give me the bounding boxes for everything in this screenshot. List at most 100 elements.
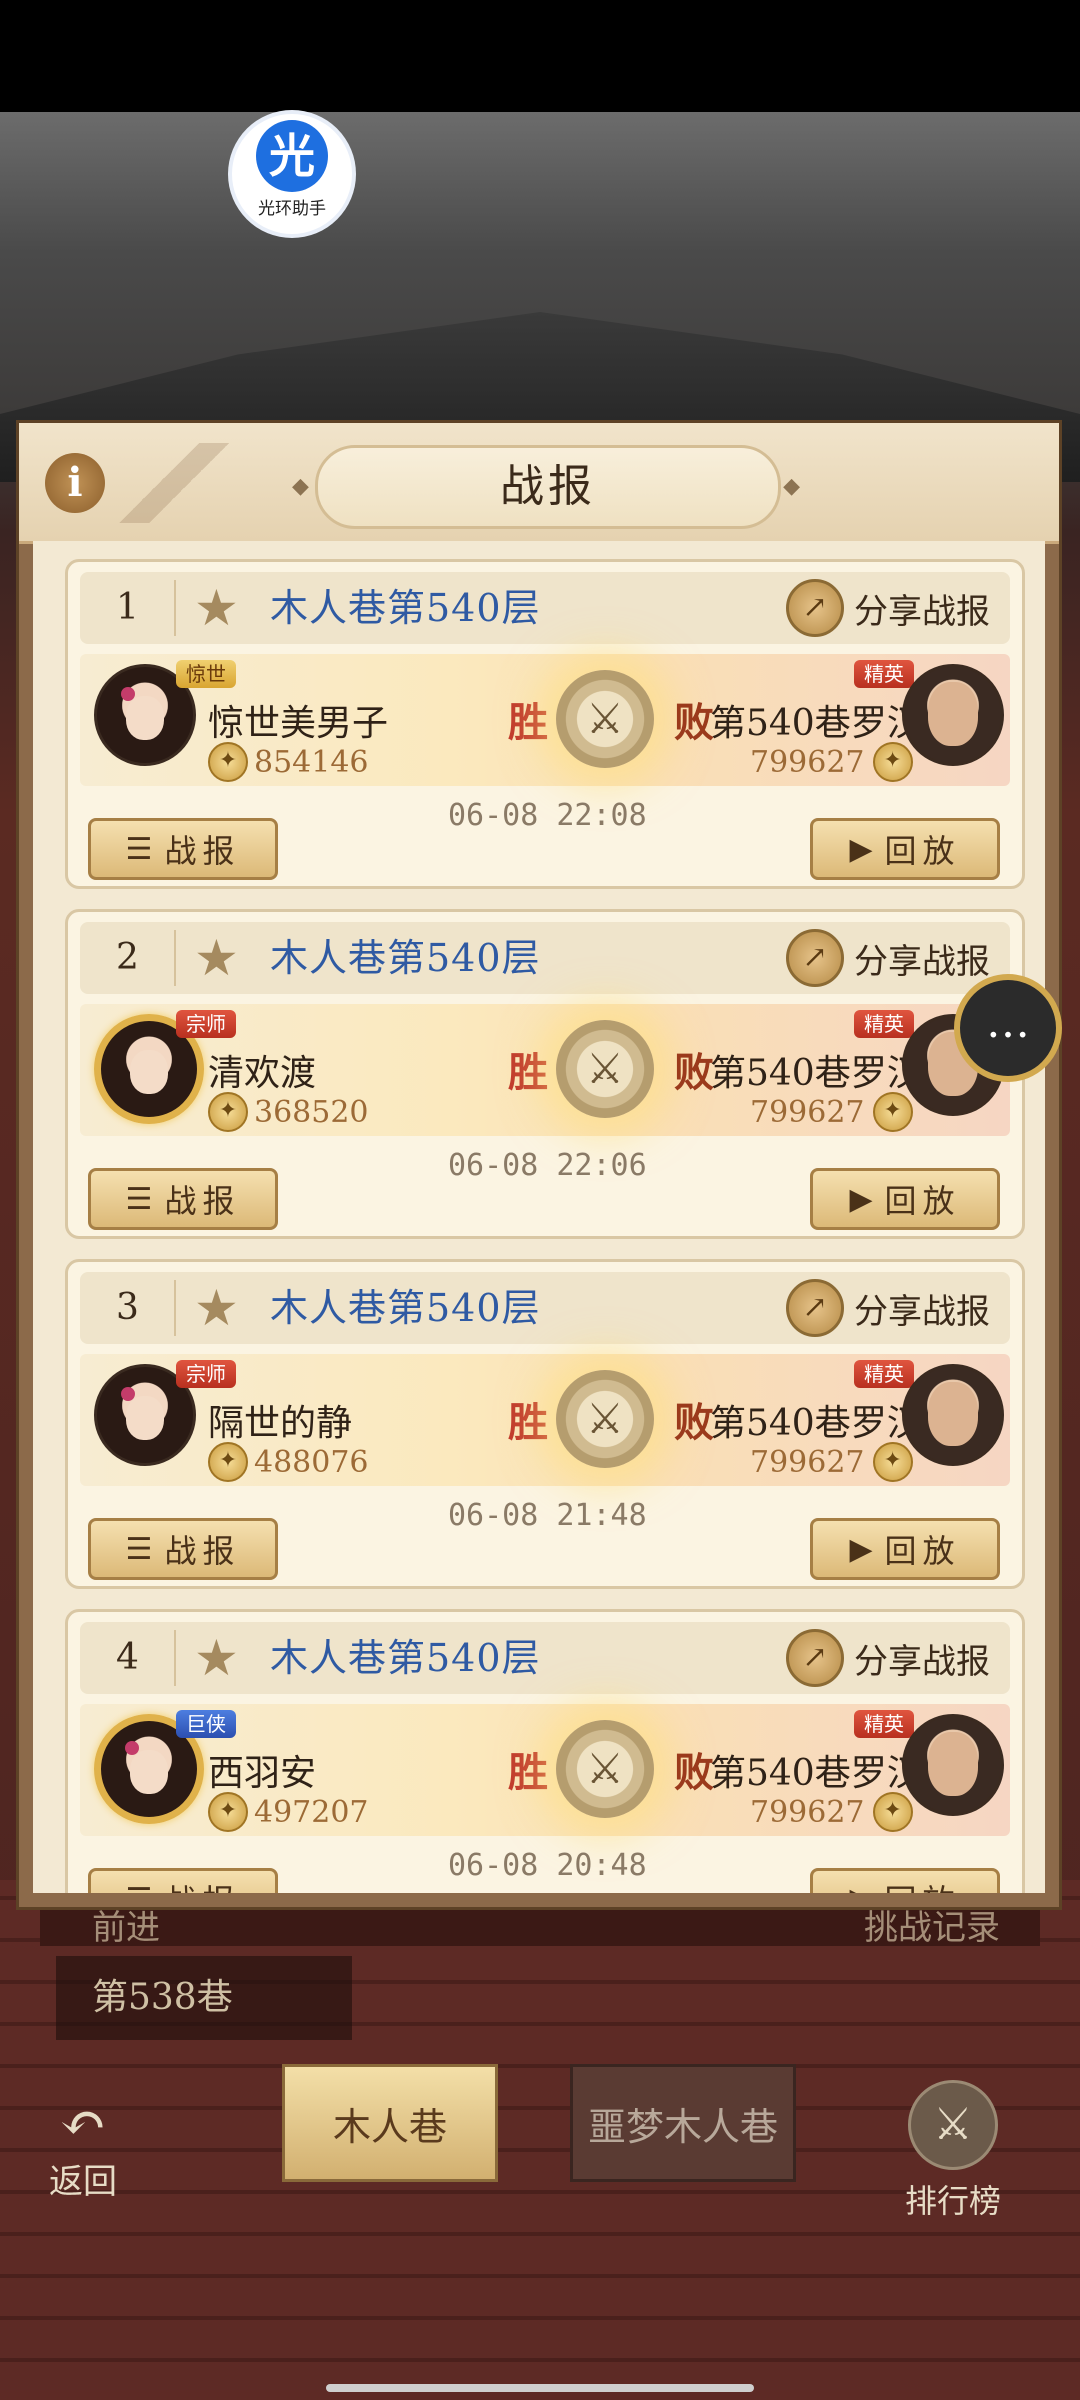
- replay-label: 回放: [884, 1182, 961, 1220]
- report-card: 4 ★ 木人巷第540层 ↗ 分享战报 巨侠 西羽安 ✦ 497207 胜 ⚔: [65, 1609, 1025, 1893]
- floating-helper-button[interactable]: 光 光环助手: [232, 114, 352, 234]
- battle-row: 宗师 清欢渡 ✦ 368520 胜 ⚔ 败 第540巷罗汉 精英 799627 …: [80, 1004, 1010, 1136]
- play-icon: ▶: [849, 831, 873, 867]
- power-coin-icon: ✦: [872, 1442, 913, 1482]
- opponent-power: 799627 ✦: [750, 1792, 913, 1832]
- current-level-label: 第538巷: [56, 1956, 352, 2040]
- hair-flower: [121, 687, 135, 701]
- report-list[interactable]: 1 ★ 木人巷第540层 ↗ 分享战报 惊世 惊世美男子 ✦ 854146 胜 …: [33, 541, 1045, 1893]
- home-indicator[interactable]: [326, 2384, 754, 2392]
- back-arrow-icon: ↶: [59, 2091, 107, 2156]
- battle-report-button[interactable]: ☰ 战报: [88, 818, 278, 880]
- leaderboard-button[interactable]: ⚔ 排行榜: [888, 2080, 1018, 2220]
- crossed-swords-icon: ⚔: [556, 670, 654, 768]
- player-name: 清欢渡: [208, 1053, 317, 1094]
- avatar-face: [129, 1049, 169, 1094]
- power-coin-icon: ✦: [208, 1792, 248, 1832]
- list-icon: ☰: [125, 831, 153, 867]
- power-coin-icon: ✦: [872, 742, 913, 782]
- share-report-button[interactable]: ↗ 分享战报: [786, 579, 990, 637]
- opponent-rank-badge: 精英: [854, 1010, 914, 1038]
- lose-label: 败: [674, 699, 714, 746]
- opponent-power-value: 799627: [750, 1444, 865, 1480]
- battle-row: 宗师 隔世的静 ✦ 488076 胜 ⚔ 败 第540巷罗汉 精英 799627…: [80, 1354, 1010, 1486]
- player-rank-badge: 宗师: [176, 1010, 236, 1038]
- report-card: 2 ★ 木人巷第540层 ↗ 分享战报 宗师 清欢渡 ✦ 368520 胜 ⚔: [65, 909, 1025, 1239]
- star-icon: ★: [194, 579, 239, 637]
- opponent-rank-badge: 精英: [854, 660, 914, 688]
- replay-button[interactable]: ▶ 回放: [810, 818, 1000, 880]
- opponent-avatar[interactable]: [902, 1364, 1004, 1466]
- leaderboard-label: 排行榜: [904, 2182, 1001, 2220]
- opponent-rank-badge: 精英: [854, 1360, 914, 1388]
- power-coin-icon: ✦: [872, 1792, 913, 1832]
- player-rank-badge: 惊世: [176, 660, 236, 688]
- card-index: 1: [116, 587, 139, 628]
- battle-report-dialog: i 战报 1 ★ 木人巷第540层 ↗ 分享战报 惊世 惊世美男子 ✦: [16, 420, 1062, 1910]
- play-icon: ▶: [849, 1531, 873, 1567]
- report-label: 战报: [164, 1876, 240, 1893]
- play-icon: ▶: [849, 1181, 873, 1217]
- list-icon: ☰: [125, 1531, 153, 1567]
- battle-time: 06-08 22:06: [448, 1148, 647, 1183]
- card-index: 3: [116, 1287, 139, 1328]
- replay-button[interactable]: ▶ 回放: [810, 1868, 1000, 1893]
- opponent-rank-badge: 精英: [854, 1710, 914, 1738]
- card-footer: ☰ 战报 06-08 22:06 ▶ 回放: [68, 1138, 1022, 1236]
- play-icon: ▶: [849, 1882, 872, 1894]
- helper-logo-icon: 光: [256, 120, 328, 192]
- share-label: 分享战报: [854, 591, 990, 632]
- opponent-power: 799627 ✦: [750, 742, 913, 782]
- avatar-face: [928, 682, 978, 746]
- player-power: ✦ 497207: [208, 1792, 369, 1832]
- share-label: 分享战报: [854, 1291, 990, 1332]
- opponent-power-value: 799627: [750, 1794, 865, 1830]
- share-report-button[interactable]: ↗ 分享战报: [786, 1279, 990, 1337]
- tab-nightmare-muren-xiang[interactable]: 噩梦木人巷: [570, 2064, 796, 2182]
- power-coin-icon: ✦: [208, 1092, 248, 1132]
- card-header: 2 ★ 木人巷第540层 ↗ 分享战报: [80, 922, 1010, 994]
- crossed-swords-icon: ⚔: [556, 1020, 654, 1118]
- card-footer: ☰ 战报 06-08 20:48 ▶ 回放: [68, 1838, 1022, 1893]
- status-bar: [0, 0, 1080, 112]
- replay-button[interactable]: ▶ 回放: [810, 1518, 1000, 1580]
- card-footer: ☰ 战报 06-08 21:48 ▶ 回放: [68, 1488, 1022, 1586]
- replay-label: 回放: [884, 832, 961, 870]
- report-card: 1 ★ 木人巷第540层 ↗ 分享战报 惊世 惊世美男子 ✦ 854146 胜 …: [65, 559, 1025, 889]
- card-header: 4 ★ 木人巷第540层 ↗ 分享战报: [80, 1622, 1010, 1694]
- card-index: 2: [116, 937, 139, 978]
- opponent-avatar[interactable]: [902, 664, 1004, 766]
- share-icon: ↗: [786, 929, 844, 987]
- player-rank-badge: 巨侠: [176, 1710, 236, 1738]
- player-power: ✦ 488076: [208, 1442, 369, 1482]
- replay-label: 回放: [884, 1532, 961, 1570]
- avatar-face: [125, 695, 165, 740]
- replay-button[interactable]: ▶ 回放: [810, 1168, 1000, 1230]
- report-label: 战报: [164, 832, 241, 870]
- opponent-avatar[interactable]: [902, 1714, 1004, 1816]
- divider: [174, 1630, 176, 1686]
- battle-report-button[interactable]: ☰ 战报: [88, 1168, 278, 1230]
- share-report-button[interactable]: ↗ 分享战报: [786, 1629, 990, 1687]
- card-header: 1 ★ 木人巷第540层 ↗ 分享战报: [80, 572, 1010, 644]
- opponent-name: 第540巷罗汉: [710, 1053, 923, 1094]
- player-power-value: 368520: [254, 1094, 369, 1130]
- opponent-name: 第540巷罗汉: [710, 1753, 923, 1794]
- battle-report-button[interactable]: ☰ 战报: [88, 1518, 278, 1580]
- share-report-button[interactable]: ↗ 分享战报: [786, 929, 990, 987]
- player-name: 隔世的静: [208, 1403, 353, 1444]
- divider: [174, 580, 176, 636]
- info-icon[interactable]: i: [45, 453, 105, 513]
- report-card: 3 ★ 木人巷第540层 ↗ 分享战报 宗师 隔世的静 ✦ 488076 胜 ⚔: [65, 1259, 1025, 1589]
- back-label: 返回: [49, 2162, 117, 2202]
- tab-muren-xiang[interactable]: 木人巷: [282, 2064, 498, 2182]
- replay-label: 回放: [885, 1876, 961, 1893]
- chat-bubble-button[interactable]: …: [954, 974, 1062, 1082]
- dialog-header: i 战报: [19, 423, 1059, 544]
- win-label: 胜: [508, 699, 548, 746]
- battle-report-button[interactable]: ☰ 战报: [88, 1868, 278, 1893]
- star-icon: ★: [194, 1629, 239, 1687]
- avatar-face: [928, 1382, 978, 1446]
- opponent-power-value: 799627: [750, 744, 865, 780]
- back-button[interactable]: ↶ 返回: [28, 2094, 138, 2204]
